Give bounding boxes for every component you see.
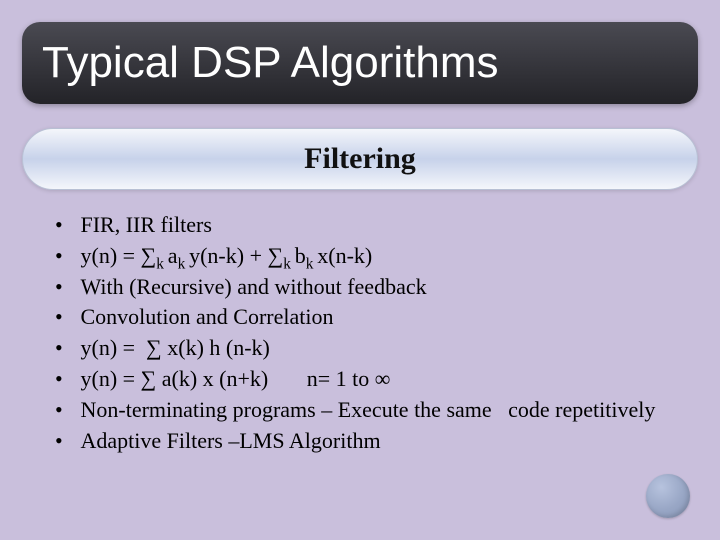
decorative-circle-icon — [646, 474, 690, 518]
list-item-text: Adaptive Filters –LMS Algorithm — [75, 426, 665, 457]
bullet-icon: • — [55, 241, 75, 272]
list-item: • y(n) = ∑ x(k) h (n-k) — [55, 333, 665, 364]
bullet-icon: • — [55, 302, 75, 333]
list-item-text: FIR, IIR filters — [75, 210, 665, 241]
list-item-text: Non-terminating programs – Execute the s… — [75, 395, 665, 426]
bullet-list: • FIR, IIR filters • y(n) = ∑k ak y(n-k)… — [55, 210, 665, 456]
bullet-icon: • — [55, 395, 75, 426]
list-item: • y(n) = ∑ a(k) x (n+k) n= 1 to ∞ — [55, 364, 665, 395]
title-bar: Typical DSP Algorithms — [22, 22, 698, 104]
bullet-icon: • — [55, 210, 75, 241]
bullet-icon: • — [55, 364, 75, 395]
subtitle-bar: Filtering — [22, 128, 698, 190]
bullet-icon: • — [55, 426, 75, 457]
list-item: • y(n) = ∑k ak y(n-k) + ∑k bk x(n-k) — [55, 241, 665, 272]
list-item-text: With (Recursive) and without feedback — [75, 272, 665, 303]
bullet-icon: • — [55, 272, 75, 303]
list-item: • With (Recursive) and without feedback — [55, 272, 665, 303]
list-item-text: y(n) = ∑ a(k) x (n+k) n= 1 to ∞ — [75, 364, 665, 395]
list-item: • Convolution and Correlation — [55, 302, 665, 333]
slide: Typical DSP Algorithms Filtering • FIR, … — [0, 0, 720, 540]
list-item: • Adaptive Filters –LMS Algorithm — [55, 426, 665, 457]
list-item-text: y(n) = ∑k ak y(n-k) + ∑k bk x(n-k) — [75, 241, 665, 272]
slide-subtitle: Filtering — [304, 142, 416, 176]
list-item-text: y(n) = ∑ x(k) h (n-k) — [75, 333, 665, 364]
list-item: • FIR, IIR filters — [55, 210, 665, 241]
slide-title: Typical DSP Algorithms — [42, 38, 498, 88]
bullet-icon: • — [55, 333, 75, 364]
list-item-text: Convolution and Correlation — [75, 302, 665, 333]
list-item: • Non-terminating programs – Execute the… — [55, 395, 665, 426]
